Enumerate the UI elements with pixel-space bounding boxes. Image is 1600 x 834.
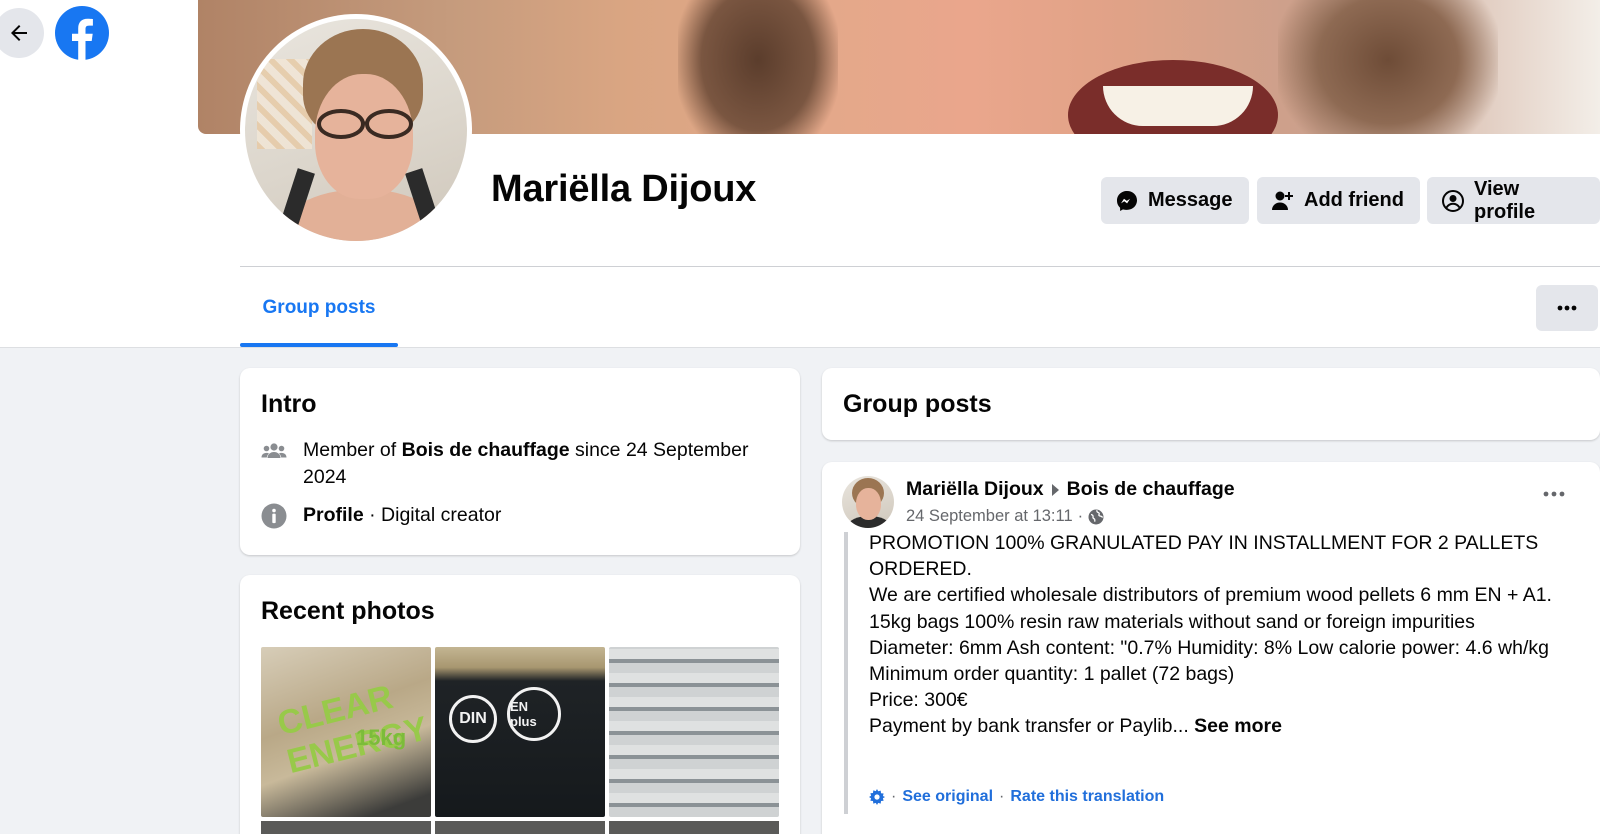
intro-card: Intro Member of Bois de chauffage since … bbox=[240, 368, 800, 555]
profile-separator: · bbox=[369, 504, 376, 526]
group-posts-header-card: Group posts bbox=[822, 368, 1600, 440]
post-group-name[interactable]: Bois de chauffage bbox=[1067, 478, 1235, 501]
add-friend-label: Add friend bbox=[1304, 189, 1404, 211]
post-body: PROMOTION 100% GRANULATED PAY IN INSTALL… bbox=[869, 530, 1569, 740]
more-options-button[interactable] bbox=[1536, 285, 1598, 331]
post-line-1: PROMOTION 100% GRANULATED PAY IN INSTALL… bbox=[869, 532, 1539, 581]
profile-label: Profile bbox=[303, 504, 364, 526]
post-author-avatar[interactable] bbox=[842, 476, 894, 528]
gear-icon[interactable] bbox=[869, 789, 885, 805]
photo1-kg: 15kg bbox=[356, 725, 407, 750]
post-meta-separator: · bbox=[1077, 507, 1084, 525]
group-post: Mariëlla Dijoux Bois de chauffage 24 Sep… bbox=[822, 462, 1600, 834]
translation-bar: · See original · Rate this translation bbox=[869, 788, 1164, 806]
membership-group-link[interactable]: Bois de chauffage bbox=[402, 439, 570, 461]
more-horizontal-icon bbox=[1557, 305, 1577, 311]
recent-photos-card: Recent photos CLEAR ENERGY 15kg DIN EN p… bbox=[240, 575, 800, 834]
post-author-name[interactable]: Mariëlla Dijoux bbox=[906, 478, 1044, 501]
see-more-link[interactable]: See more bbox=[1194, 715, 1282, 737]
view-profile-label: View profile bbox=[1474, 177, 1536, 223]
caret-right-icon bbox=[1051, 483, 1059, 496]
post-header: Mariëlla Dijoux Bois de chauffage bbox=[906, 478, 1235, 501]
photo1-text: CLEAR ENERGY bbox=[273, 677, 431, 782]
photo2-logo1: DIN bbox=[449, 695, 497, 743]
tab-group-posts[interactable]: Group posts bbox=[240, 285, 398, 347]
intro-membership-row: Member of Bois de chauffage since 24 Sep… bbox=[261, 437, 781, 491]
post-options-button[interactable] bbox=[1536, 484, 1572, 504]
globe-icon bbox=[1088, 509, 1104, 524]
facebook-logo-icon[interactable] bbox=[55, 6, 109, 60]
tab-active-indicator bbox=[240, 343, 398, 347]
profile-name: Mariëlla Dijoux bbox=[491, 168, 757, 210]
post-line-3: Diameter: 6mm Ash content: "0.7% Humidit… bbox=[869, 636, 1549, 659]
user-circle-icon bbox=[1442, 189, 1464, 212]
membership-prefix: Member of bbox=[303, 439, 397, 461]
recent-photo-1[interactable]: CLEAR ENERGY 15kg bbox=[261, 647, 431, 817]
messenger-icon bbox=[1117, 190, 1137, 211]
intro-title: Intro bbox=[261, 390, 317, 418]
info-icon bbox=[261, 503, 287, 529]
add-friend-icon bbox=[1272, 191, 1293, 210]
translate-separator-2: · bbox=[999, 788, 1005, 805]
post-line-6: Payment by bank transfer or Paylib... Se… bbox=[869, 713, 1569, 739]
view-profile-button[interactable]: View profile bbox=[1427, 177, 1600, 224]
add-friend-button[interactable]: Add friend bbox=[1257, 177, 1420, 224]
intro-profile-row: Profile · Digital creator bbox=[261, 502, 501, 529]
header-divider bbox=[240, 266, 1600, 267]
post-line-5: Price: 300€ bbox=[869, 689, 968, 712]
profile-picture[interactable] bbox=[240, 14, 472, 246]
message-button[interactable]: Message bbox=[1101, 177, 1249, 224]
photo2-logo2: EN plus bbox=[507, 687, 561, 741]
recent-photo-3[interactable] bbox=[609, 647, 779, 817]
recent-photo-5[interactable] bbox=[435, 821, 605, 834]
profile-category: Digital creator bbox=[381, 504, 502, 526]
recent-photo-4[interactable] bbox=[261, 821, 431, 834]
translate-separator-1: · bbox=[891, 788, 897, 805]
post-meta: 24 September at 13:11 · bbox=[906, 507, 1104, 526]
message-label: Message bbox=[1148, 189, 1233, 211]
post-line-4: Minimum order quantity: 1 pallet (72 bag… bbox=[869, 663, 1235, 686]
post-line-2: We are certified wholesale distributors … bbox=[869, 584, 1552, 633]
arrow-left-icon bbox=[11, 25, 27, 41]
post-line-6-text: Payment by bank transfer or Paylib... bbox=[869, 715, 1189, 738]
see-original-link[interactable]: See original bbox=[902, 788, 993, 806]
group-icon bbox=[261, 443, 287, 458]
post-timestamp[interactable]: 24 September at 13:11 bbox=[906, 507, 1073, 526]
rate-translation-link[interactable]: Rate this translation bbox=[1010, 788, 1164, 806]
recent-photo-2[interactable]: DIN EN plus bbox=[435, 647, 605, 817]
recent-photos-title: Recent photos bbox=[261, 597, 435, 625]
more-horizontal-icon bbox=[1543, 491, 1565, 497]
translation-quote-bar bbox=[844, 532, 848, 814]
group-posts-title: Group posts bbox=[843, 390, 992, 418]
recent-photo-6[interactable] bbox=[609, 821, 779, 834]
